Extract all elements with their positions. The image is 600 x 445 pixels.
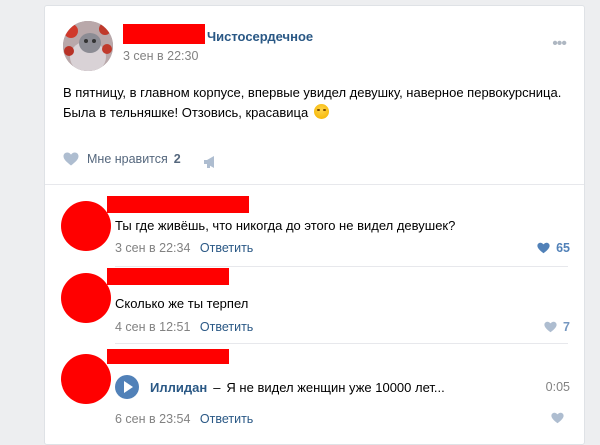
comment-date[interactable]: 4 сен в 12:51 bbox=[115, 320, 190, 334]
post-text-line-2: Была в тельняшке! Отзовись, красавица bbox=[63, 105, 309, 120]
heart-icon bbox=[551, 412, 564, 424]
smile-emoji-icon bbox=[313, 104, 329, 119]
comment-divider bbox=[115, 343, 568, 344]
comment-like-button[interactable] bbox=[551, 412, 570, 424]
group-name-link[interactable]: Чистосердечное bbox=[207, 29, 313, 44]
comment-avatar-redacted[interactable] bbox=[61, 273, 111, 323]
post-card: Чистосердечное 3 сен в 22:30 ••• В пятни… bbox=[44, 5, 585, 445]
heart-icon bbox=[544, 321, 557, 333]
heart-icon bbox=[537, 242, 550, 254]
redacted-comment-author bbox=[107, 196, 249, 213]
like-label: Мне нравится bbox=[87, 152, 168, 166]
audio-artist[interactable]: Иллидан bbox=[150, 380, 207, 395]
comment-meta: 4 сен в 12:51 Ответить bbox=[115, 320, 253, 334]
comment-text: Сколько же ты терпел bbox=[115, 296, 249, 311]
comment-like-button[interactable]: 7 bbox=[544, 320, 570, 334]
redacted-author bbox=[123, 24, 205, 44]
comment-like-count: 65 bbox=[556, 241, 570, 255]
comment-like-button[interactable]: 65 bbox=[537, 241, 570, 255]
comment-avatar-redacted[interactable] bbox=[61, 201, 111, 251]
comment-divider bbox=[115, 266, 568, 267]
reply-link[interactable]: Ответить bbox=[200, 320, 253, 334]
audio-title[interactable]: Я не видел женщин уже 10000 лет... bbox=[226, 380, 444, 395]
post-header: Чистосердечное 3 сен в 22:30 ••• bbox=[63, 19, 567, 71]
comment-like-count: 7 bbox=[563, 320, 570, 334]
comment-meta: 3 сен в 22:34 Ответить bbox=[115, 241, 253, 255]
audio-attachment: Иллидан – Я не видел женщин уже 10000 ле… bbox=[115, 372, 570, 402]
comment-date[interactable]: 6 сен в 23:54 bbox=[115, 412, 190, 426]
share-megaphone-icon[interactable] bbox=[203, 155, 219, 169]
like-button[interactable]: Мне нравится 2 bbox=[63, 152, 181, 166]
comment-avatar-redacted[interactable] bbox=[61, 354, 111, 404]
group-avatar[interactable] bbox=[63, 21, 113, 71]
post-divider bbox=[45, 184, 584, 185]
comment-meta: 6 сен в 23:54 Ответить bbox=[115, 412, 253, 426]
comment-date[interactable]: 3 сен в 22:34 bbox=[115, 241, 190, 255]
post-text: В пятницу, в главном корпусе, впервые ув… bbox=[63, 83, 573, 123]
post-text-line-1: В пятницу, в главном корпусе, впервые ув… bbox=[63, 85, 562, 100]
heart-icon bbox=[63, 152, 79, 166]
post-date[interactable]: 3 сен в 22:30 bbox=[123, 49, 198, 63]
group-avatar-image bbox=[63, 21, 113, 71]
audio-dash: – bbox=[213, 379, 221, 395]
redacted-comment-author bbox=[107, 268, 229, 285]
reply-link[interactable]: Ответить bbox=[200, 412, 253, 426]
more-dots-icon[interactable]: ••• bbox=[552, 35, 567, 53]
audio-duration: 0:05 bbox=[545, 380, 570, 394]
comment-text: Ты где живёшь, что никогда до этого не в… bbox=[115, 218, 456, 233]
play-icon[interactable] bbox=[115, 375, 139, 399]
like-count: 2 bbox=[173, 152, 181, 166]
reply-link[interactable]: Ответить bbox=[200, 241, 253, 255]
redacted-comment-author bbox=[107, 349, 229, 364]
